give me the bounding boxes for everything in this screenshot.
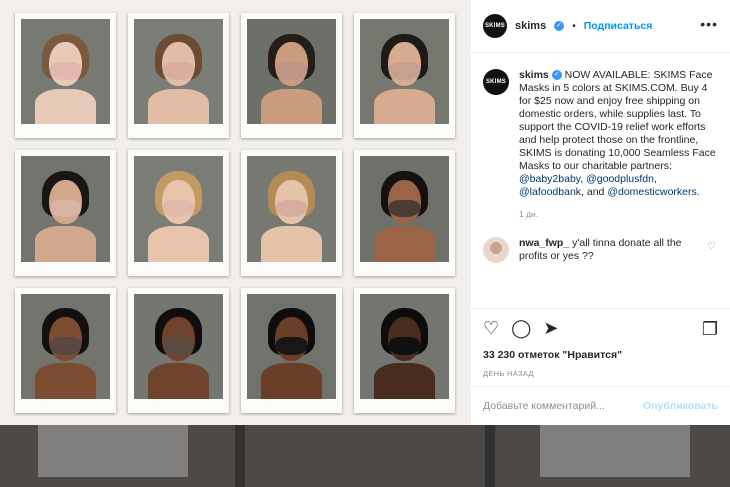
portrait-body (374, 363, 435, 399)
portrait-body (35, 225, 96, 262)
publish-button[interactable]: Опубликовать (643, 400, 718, 412)
separator-dot: • (572, 20, 576, 32)
comment-text: nwa_fwp_ y'all tinna donate all the prof… (519, 237, 699, 263)
add-comment-bar: Добавьте комментарий... Опубликовать (471, 386, 730, 425)
portrait-body (148, 363, 209, 399)
comment-username[interactable]: nwa_fwp_ (519, 237, 569, 249)
polaroid-photo (241, 287, 342, 413)
heart-icon[interactable]: ♡ (483, 317, 499, 339)
polaroid-photo (241, 13, 342, 139)
portrait-image (360, 19, 449, 125)
caption-body: NOW AVAILABLE: SKIMS Face Masks in 5 col… (519, 69, 716, 172)
post-image[interactable] (0, 0, 470, 425)
face-mask (389, 336, 420, 355)
portrait-body (261, 225, 322, 262)
author-username[interactable]: skims (515, 20, 546, 32)
avatar[interactable] (483, 237, 509, 263)
portrait-body (261, 363, 322, 399)
face-mask (50, 336, 81, 355)
verified-icon: ✓ (551, 70, 562, 81)
portrait-body (148, 88, 209, 125)
modal-overlay[interactable] (0, 425, 730, 487)
portrait-image (134, 156, 223, 262)
post-timestamp[interactable]: День назад (483, 369, 718, 378)
more-options-icon[interactable]: ••• (700, 16, 718, 32)
face-mask (163, 336, 194, 355)
portrait-image (21, 156, 110, 262)
polaroid-grid (15, 13, 455, 413)
portrait-body (148, 225, 209, 262)
face-mask (163, 199, 194, 218)
portrait-image (134, 19, 223, 125)
bookmark-icon[interactable]: ❐ (702, 318, 718, 340)
polaroid-photo (241, 150, 342, 276)
polaroid-photo (128, 287, 229, 413)
post-header: SKIMS skims ✓ • Подписаться ••• (471, 0, 730, 53)
mention-link[interactable]: @domesticworkers (607, 186, 696, 198)
portrait-image (247, 19, 336, 125)
mention-link[interactable]: @lafoodbank (519, 186, 581, 198)
portrait-body (261, 88, 322, 125)
polaroid-photo (354, 287, 455, 413)
avatar[interactable]: SKIMS (483, 69, 509, 95)
comment-icon[interactable]: ◯ (511, 317, 531, 339)
mention-link[interactable]: @baby2baby (519, 173, 580, 185)
post-caption: SKIMS skims ✓ NOW AVAILABLE: SKIMS Face … (483, 69, 718, 199)
polaroid-photo (15, 287, 116, 413)
share-icon[interactable]: ➤ (543, 317, 558, 339)
polaroid-photo (128, 13, 229, 139)
polaroid-photo (15, 150, 116, 276)
portrait-body (374, 88, 435, 125)
portrait-image (247, 156, 336, 262)
portrait-body (374, 225, 435, 262)
comments-section[interactable]: SKIMS skims ✓ NOW AVAILABLE: SKIMS Face … (471, 53, 730, 308)
likes-count[interactable]: 33 230 отметок "Нравится" (483, 349, 718, 361)
follow-button[interactable]: Подписаться (584, 20, 653, 32)
polaroid-photo (354, 13, 455, 139)
caption-username[interactable]: skims (519, 69, 549, 81)
verified-icon: ✓ (554, 21, 565, 31)
portrait-body (35, 363, 96, 399)
polaroid-photo (128, 150, 229, 276)
face-mask (276, 336, 307, 355)
comment-like-icon[interactable]: ♡ (707, 241, 716, 252)
caption-text: skims ✓ NOW AVAILABLE: SKIMS Face Masks … (519, 69, 718, 199)
face-mask (276, 199, 307, 218)
caption-separator: , and (581, 186, 608, 198)
caption-age[interactable]: 1 дн. (519, 209, 718, 219)
comment-item: nwa_fwp_ y'all tinna donate all the prof… (483, 237, 718, 263)
portrait-image (247, 293, 336, 399)
face-mask (50, 199, 81, 218)
post-sidebar: SKIMS skims ✓ • Подписаться ••• SKIMS sk… (470, 0, 730, 425)
face-mask (276, 62, 307, 81)
portrait-image (21, 19, 110, 125)
polaroid-photo (354, 150, 455, 276)
portrait-image (360, 156, 449, 262)
portrait-image (360, 293, 449, 399)
mention-link[interactable]: @goodplusfdn (586, 173, 654, 185)
portrait-image (134, 293, 223, 399)
face-mask (389, 199, 420, 218)
polaroid-photo (15, 13, 116, 139)
face-mask (50, 62, 81, 81)
face-mask (389, 62, 420, 81)
portrait-image (21, 293, 110, 399)
caption-separator: , (654, 173, 657, 185)
caption-end: . (696, 186, 700, 198)
face-mask (163, 62, 194, 81)
action-bar: ♡ ◯ ➤ ❐ (483, 317, 718, 339)
avatar[interactable]: SKIMS (483, 14, 507, 38)
comment-input[interactable]: Добавьте комментарий... (483, 400, 605, 412)
portrait-body (35, 88, 96, 125)
post-modal: SKIMS skims ✓ • Подписаться ••• SKIMS sk… (0, 0, 730, 425)
post-actions: ♡ ◯ ➤ ❐ 33 230 отметок "Нравится" День н… (471, 308, 730, 394)
